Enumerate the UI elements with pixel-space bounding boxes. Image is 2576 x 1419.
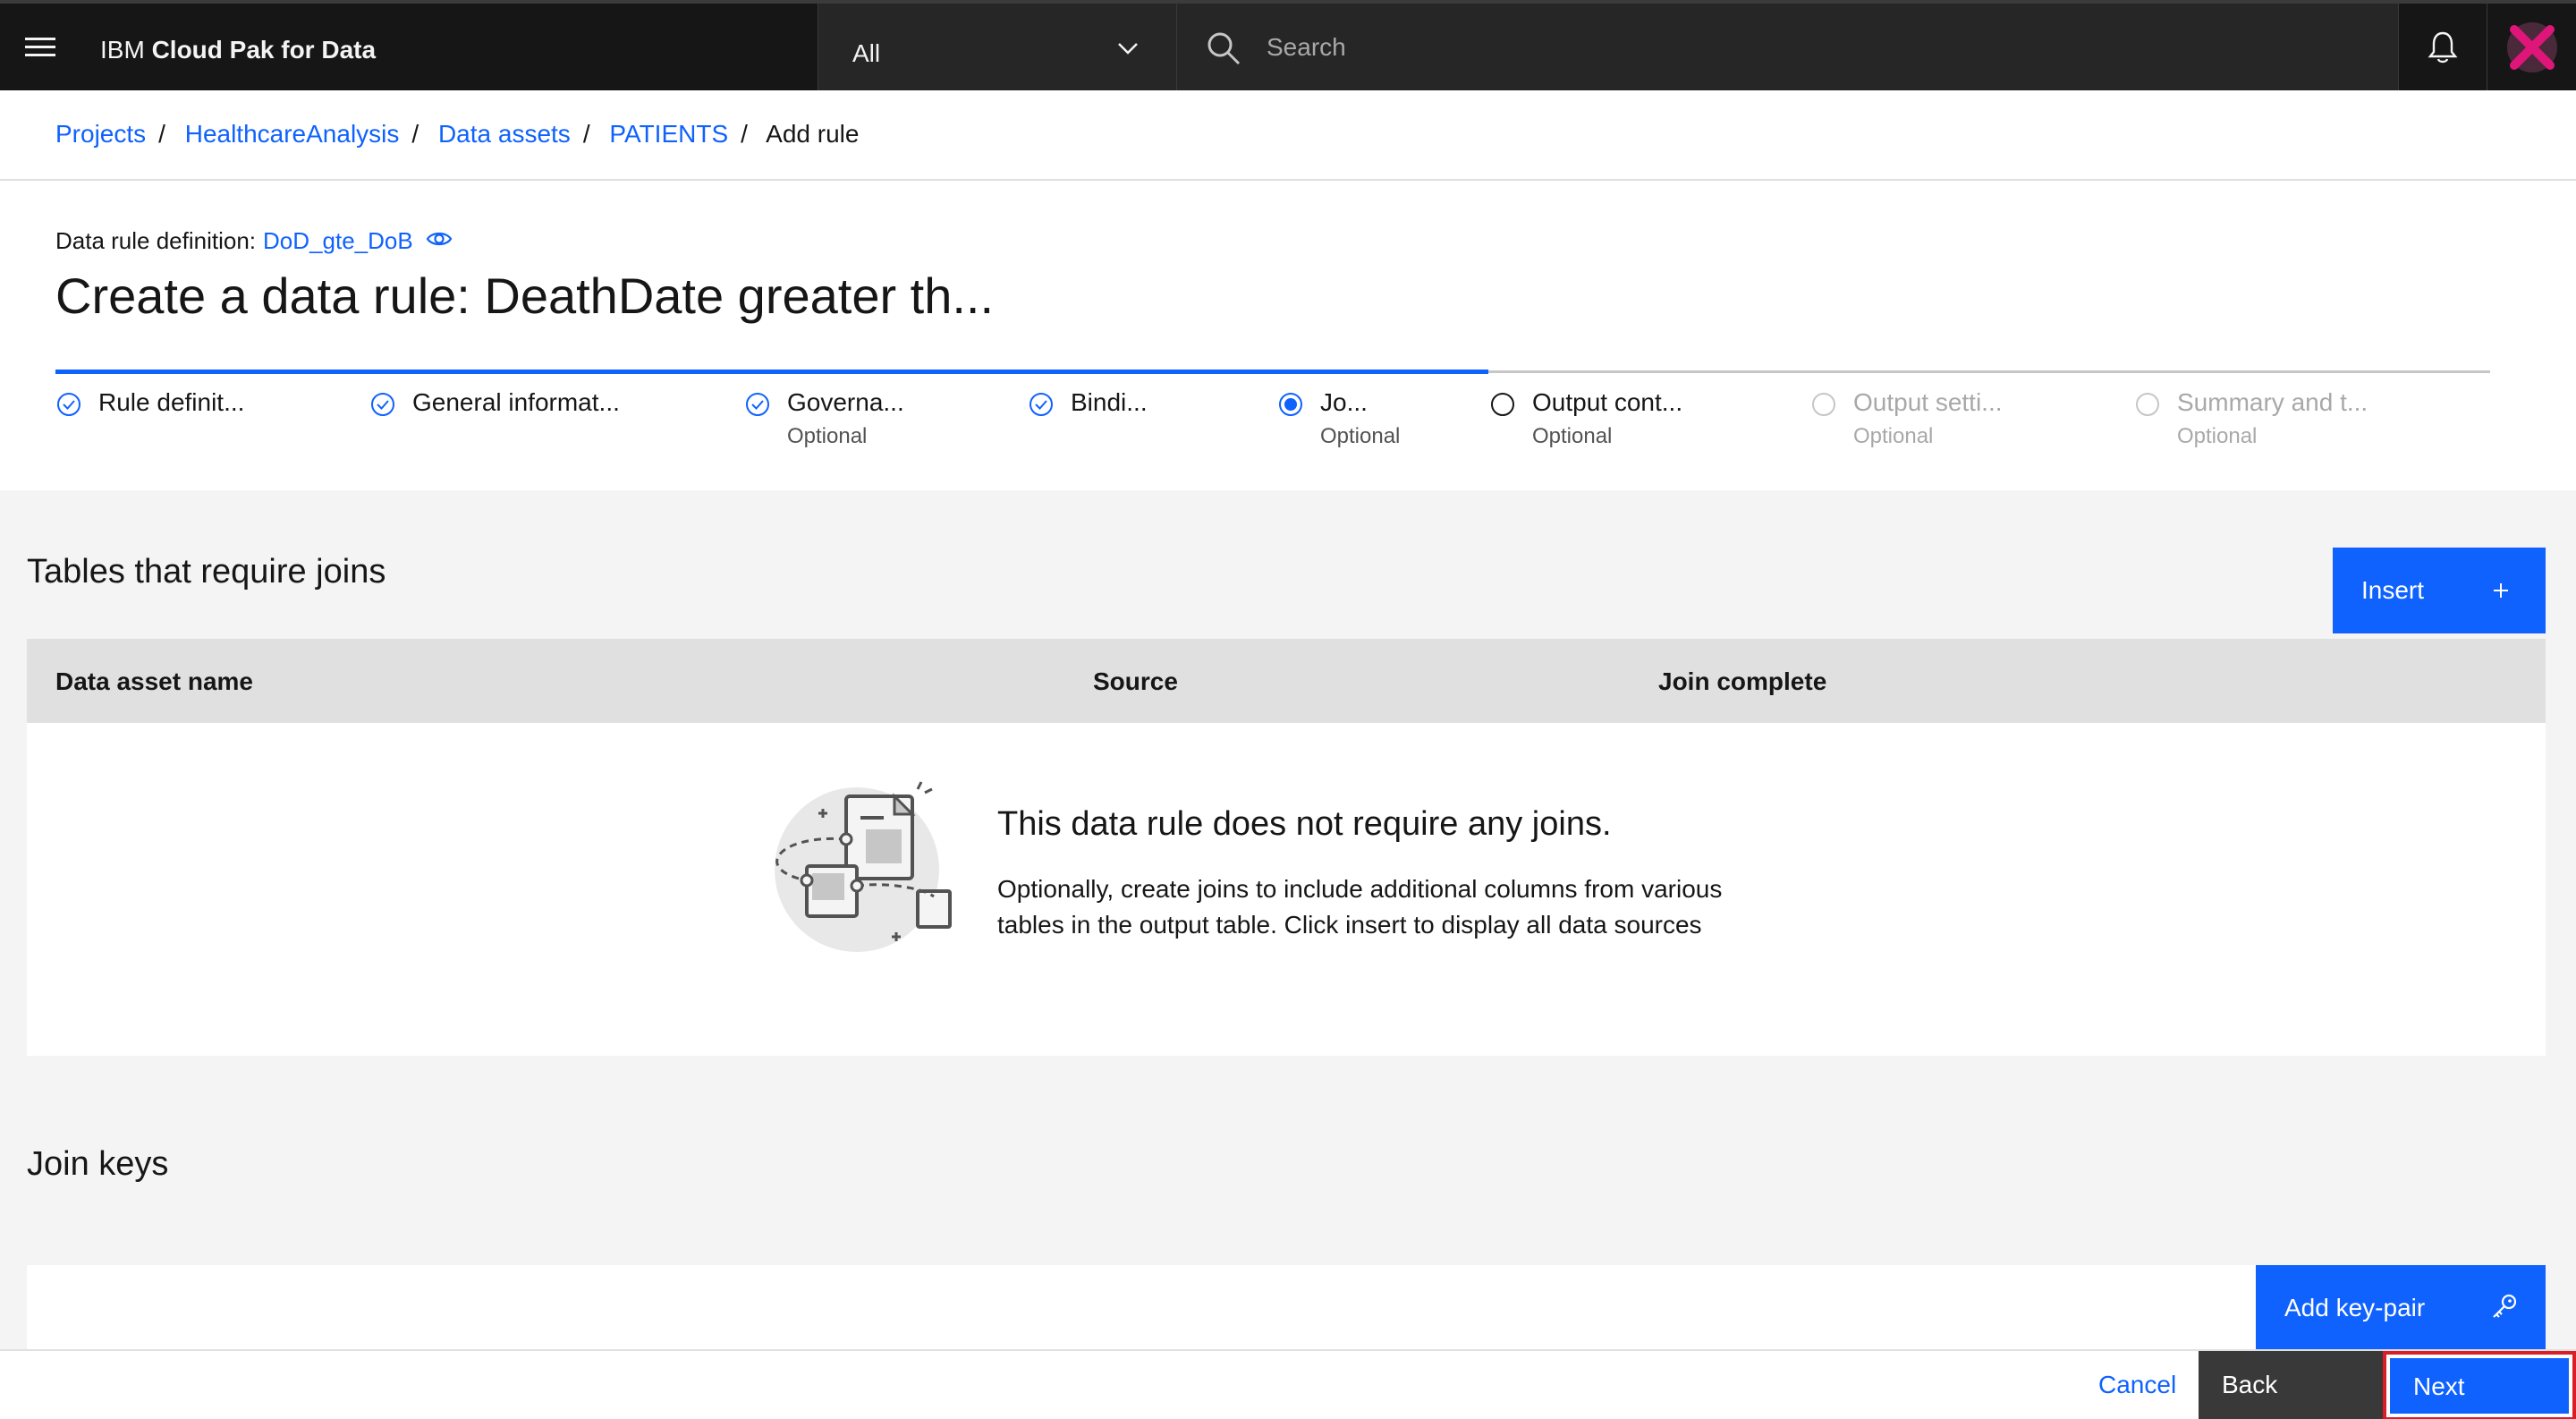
avatar[interactable] xyxy=(2487,4,2576,90)
breadcrumb-patients[interactable]: PATIENTS xyxy=(609,120,728,148)
checkmark-circle-icon xyxy=(1030,393,1053,416)
menu-icon[interactable] xyxy=(25,38,55,59)
breadcrumb: Projects / HealthcareAnalysis / Data asset… xyxy=(55,120,859,149)
checkmark-circle-icon xyxy=(371,393,394,416)
breadcrumb-projects[interactable]: Projects xyxy=(55,120,146,148)
next-button[interactable]: Next xyxy=(2390,1358,2569,1414)
column-header-source[interactable]: Source xyxy=(1093,667,1178,696)
scope-dropdown[interactable]: All xyxy=(818,4,1177,90)
next-highlight: Next xyxy=(2383,1351,2576,1419)
joins-section-title: Tables that require joins xyxy=(27,553,386,591)
join-keys-section-title: Join keys xyxy=(27,1145,169,1183)
wizard-footer: Cancel Back Next xyxy=(0,1349,2576,1419)
column-header-asset-name[interactable]: Data asset name xyxy=(55,667,253,696)
insert-label: Insert xyxy=(2361,576,2425,604)
step-label: Output cont... xyxy=(1532,388,1683,416)
checkmark-circle-icon xyxy=(746,393,769,416)
breadcrumb-separator: / xyxy=(582,120,590,148)
close-x-icon xyxy=(2506,21,2557,72)
eye-icon[interactable] xyxy=(426,229,453,249)
bell-icon xyxy=(2428,31,2458,63)
add-key-pair-label: Add key-pair xyxy=(2284,1294,2426,1321)
cancel-button[interactable]: Cancel xyxy=(2098,1371,2176,1399)
search-input[interactable] xyxy=(1267,25,2340,70)
search-icon xyxy=(1208,32,1241,65)
checkmark-circle-icon xyxy=(57,393,80,416)
product-name[interactable]: IBM Cloud Pak for Data xyxy=(100,36,376,64)
back-button[interactable]: Back xyxy=(2199,1351,2383,1419)
top-header: IBM Cloud Pak for Data All xyxy=(0,0,2576,90)
join-keys-panel xyxy=(27,1265,2546,1349)
insert-button[interactable]: Insert xyxy=(2333,548,2546,633)
disabled-step-icon xyxy=(2136,393,2159,416)
definition-label: Data rule definition: xyxy=(55,227,257,254)
key-icon xyxy=(2493,1294,2517,1318)
divider xyxy=(0,179,2576,181)
progress-fill xyxy=(55,370,1488,374)
step-label: Output setti... xyxy=(1853,388,2003,416)
step-label: Governa... xyxy=(787,388,904,416)
brand-name: Cloud Pak for Data xyxy=(151,36,377,64)
breadcrumb-current: Add rule xyxy=(766,120,860,148)
notifications-button[interactable] xyxy=(2399,4,2487,90)
breadcrumb-healthcare-analysis[interactable]: HealthcareAnalysis xyxy=(185,120,400,148)
brand-prefix: IBM xyxy=(100,36,145,64)
empty-state-description: Optionally, create joins to include addi… xyxy=(997,875,1723,939)
column-header-join-complete[interactable]: Join complete xyxy=(1658,667,1826,696)
joins-empty-state: This data rule does not require any join… xyxy=(27,723,2546,1056)
step-optional: Optional xyxy=(787,424,868,448)
back-label: Back xyxy=(2222,1371,2278,1398)
step-optional: Optional xyxy=(2177,424,2258,448)
plus-icon xyxy=(2494,583,2508,598)
add-key-pair-button[interactable]: Add key-pair xyxy=(2256,1265,2546,1349)
rule-definition-line: Data rule definition: DoD_gte_DoB xyxy=(55,227,453,255)
step-optional: Optional xyxy=(1853,424,1934,448)
current-step-icon xyxy=(1279,393,1302,416)
page-title: Create a data rule: DeathDate greater th… xyxy=(55,268,995,324)
step-label: General informat... xyxy=(412,388,620,416)
step-optional: Optional xyxy=(1320,424,1401,448)
breadcrumb-separator: / xyxy=(158,120,165,148)
breadcrumb-separator: / xyxy=(741,120,748,148)
search-bar xyxy=(1177,4,2399,90)
definition-link[interactable]: DoD_gte_DoB xyxy=(263,227,413,255)
joins-table-header: Data asset name Source Join complete xyxy=(27,639,2546,723)
step-label: Bindi... xyxy=(1071,388,1148,416)
chevron-down-icon xyxy=(1118,43,1138,55)
step-label: Jo... xyxy=(1320,388,1368,416)
next-label: Next xyxy=(2413,1372,2465,1400)
step-optional: Optional xyxy=(1532,424,1613,448)
incomplete-step-icon xyxy=(1491,393,1514,416)
step-label: Summary and t... xyxy=(2177,388,2368,416)
disabled-step-icon xyxy=(1812,393,1835,416)
step-label: Rule definit... xyxy=(98,388,245,416)
empty-state-illustration xyxy=(775,781,952,952)
breadcrumb-data-assets[interactable]: Data assets xyxy=(438,120,571,148)
empty-state-title: This data rule does not require any join… xyxy=(997,805,1612,843)
scope-selected: All xyxy=(852,39,881,67)
breadcrumb-separator: / xyxy=(411,120,419,148)
